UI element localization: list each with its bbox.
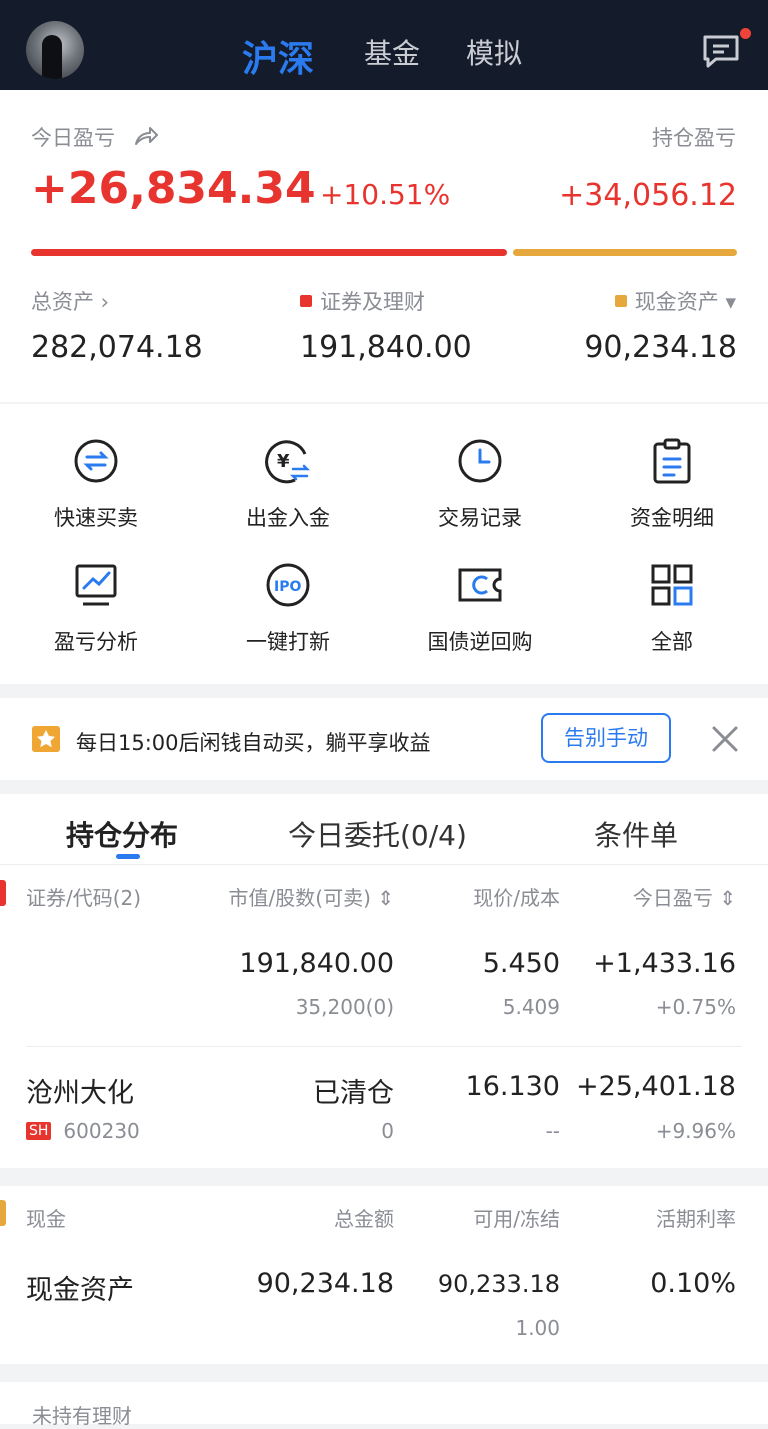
cash-header-name: 现金 (26, 1207, 66, 1231)
shortcut-grid: 快速买卖 ¥ 出金入金 交易记录 资金明细 盈亏分析 IPO 一键打新 国债逆回… (0, 404, 768, 684)
row-market-value: 已清仓 (313, 1078, 394, 1109)
row-price: 5.450 (482, 948, 560, 979)
yen-transfer-icon: ¥ (265, 440, 311, 484)
shortcut-label: 国债逆回购 (427, 630, 533, 654)
shortcut-label: 快速买卖 (54, 506, 138, 530)
row-shares: 35,200(0) (295, 995, 394, 1019)
shortcut-label: 出金入金 (246, 506, 330, 530)
cash-header-rate: 活期利率 (656, 1207, 736, 1231)
shortcut-label: 交易记录 (438, 506, 522, 530)
divider (0, 864, 768, 865)
cash-header-total: 总金额 (334, 1207, 394, 1231)
col-header-name: 证券/代码(2) (26, 886, 142, 910)
exchange-icon (74, 439, 118, 483)
cash-header-avail: 可用/冻结 (473, 1207, 560, 1231)
row-pnl: +1,433.16 (593, 948, 736, 979)
shortcut-label: 盈亏分析 (54, 630, 138, 654)
grid-icon (651, 564, 693, 606)
securities-ratio-bar (31, 249, 507, 256)
svg-text:IPO: IPO (274, 579, 301, 595)
shortcut-label: 全部 (651, 630, 693, 654)
avatar[interactable] (26, 21, 84, 79)
cash-row-total: 90,234.18 (256, 1268, 394, 1299)
cash-ratio-bar (513, 249, 737, 256)
shortcut-label: 资金明细 (630, 506, 714, 530)
col-header-pnl[interactable]: 今日盈亏 ⇕ (633, 882, 736, 911)
reverse-repo-button[interactable]: 国债逆回购 (384, 562, 576, 656)
cash-panel: 现金 总金额 可用/冻结 活期利率 现金资产 90,234.18 90,233.… (0, 1186, 768, 1364)
tab-simulate[interactable]: 模拟 (466, 32, 522, 72)
market-badge: SH (26, 1122, 52, 1140)
close-icon[interactable] (708, 722, 742, 756)
securities-value: 191,840.00 (300, 330, 472, 365)
col-header-price: 现价/成本 (473, 886, 560, 910)
notification-dot (740, 28, 751, 39)
banner-text: 每日15:00后闲钱自动买，躺平享收益 (76, 731, 431, 755)
trade-records-button[interactable]: 交易记录 (384, 438, 576, 532)
tab-today-orders[interactable]: 今日委托(0/4) (288, 814, 467, 854)
holdings-panel: 持仓分布 今日委托(0/4) 条件单 证券/代码(2) 市值/股数(可卖) ⇕ … (0, 794, 768, 1168)
pnl-analysis-button[interactable]: 盈亏分析 (0, 562, 192, 656)
row-price: 16.130 (465, 1071, 560, 1102)
all-features-button[interactable]: 全部 (576, 562, 768, 656)
deposit-withdraw-button[interactable]: ¥ 出金入金 (192, 438, 384, 532)
share-icon[interactable] (134, 124, 158, 146)
promo-banner: 每日15:00后闲钱自动买，躺平享收益 告别手动 (0, 698, 768, 780)
today-pnl-percent: +10.51% (320, 178, 451, 211)
total-assets-value: 282,074.18 (31, 330, 203, 365)
wealth-section: 未持有理财 (0, 1382, 768, 1428)
row-cost: 5.409 (502, 995, 560, 1019)
star-badge-icon (32, 726, 60, 752)
row-shares: 0 (381, 1119, 394, 1143)
ipo-subscribe-button[interactable]: IPO 一键打新 (192, 562, 384, 656)
message-icon[interactable] (702, 34, 740, 68)
active-tab-indicator (116, 854, 140, 859)
row-cost: -- (545, 1119, 560, 1143)
chart-monitor-icon (75, 564, 117, 606)
securities-marker (0, 880, 6, 906)
top-bar: 沪深 基金 模拟 (0, 0, 768, 90)
no-wealth-label: 未持有理财 (32, 1404, 132, 1428)
row-stock-name: 沧州大化 (26, 1078, 134, 1109)
holding-pnl-value: +34,056.12 (559, 178, 737, 213)
today-pnl-label: 今日盈亏 (31, 126, 115, 150)
row-stock-code: SH 600230 (26, 1119, 140, 1143)
holding-pnl-label: 持仓盈亏 (652, 126, 736, 150)
today-pnl-value: +26,834.34 (31, 163, 316, 214)
cash-row-rate: 0.10% (650, 1268, 736, 1299)
cash-assets-label[interactable]: 现金资产 ▾ (614, 286, 736, 316)
tab-positions[interactable]: 持仓分布 (66, 814, 178, 854)
tab-conditional-orders[interactable]: 条件单 (594, 814, 678, 854)
shortcut-label: 一键打新 (246, 630, 330, 654)
svg-text:¥: ¥ (277, 451, 290, 472)
cash-row-name: 现金资产 (26, 1275, 134, 1306)
securities-label: 证券及理财 (300, 286, 425, 316)
asset-summary: 今日盈亏 持仓盈亏 +26,834.34 +10.51% +34,056.12 … (0, 90, 768, 402)
cash-row-frozen: 1.00 (515, 1316, 560, 1340)
total-assets-label[interactable]: 总资产 › (31, 286, 109, 316)
auto-invest-button[interactable]: 告别手动 (541, 713, 671, 763)
tab-hushen[interactable]: 沪深 (242, 30, 314, 82)
clock-icon (458, 439, 502, 483)
tab-fund[interactable]: 基金 (364, 32, 420, 72)
row-market-value: 191,840.00 (239, 948, 394, 979)
cash-marker (0, 1200, 6, 1226)
cash-row-available: 90,233.18 (437, 1270, 560, 1298)
fund-details-button[interactable]: 资金明细 (576, 438, 768, 532)
row-pnl-percent: +0.75% (655, 995, 736, 1019)
ipo-icon: IPO (266, 563, 310, 607)
clipboard-icon (653, 438, 691, 484)
row-pnl: +25,401.18 (575, 1071, 736, 1102)
row-divider (26, 1046, 742, 1047)
col-header-value[interactable]: 市值/股数(可卖) ⇕ (229, 882, 394, 911)
quick-trade-button[interactable]: 快速买卖 (0, 438, 192, 532)
ticket-icon (458, 568, 502, 602)
row-pnl-percent: +9.96% (655, 1119, 736, 1143)
cash-assets-value: 90,234.18 (584, 330, 737, 365)
